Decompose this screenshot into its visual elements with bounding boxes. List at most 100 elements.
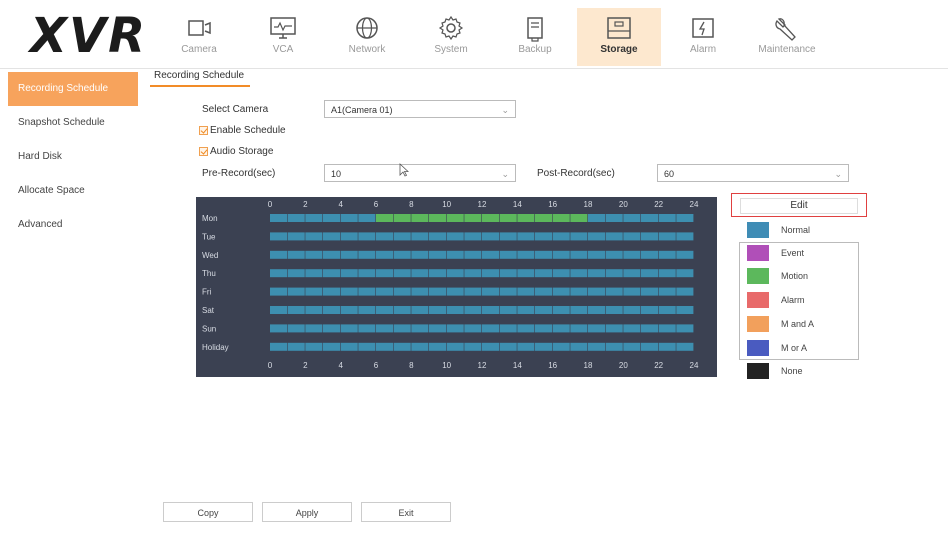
schedule-cell[interactable]	[676, 214, 694, 222]
legend-item-m-or-a[interactable]: M or A	[747, 340, 857, 356]
schedule-cell[interactable]	[482, 232, 500, 241]
schedule-cell[interactable]	[323, 232, 341, 241]
schedule-cell[interactable]	[482, 306, 500, 314]
schedule-cell[interactable]	[605, 250, 623, 259]
schedule-cell[interactable]	[658, 232, 676, 241]
schedule-cell[interactable]	[658, 214, 676, 222]
schedule-cell[interactable]	[340, 250, 358, 259]
schedule-cell[interactable]	[570, 306, 588, 314]
copy-button[interactable]: Copy	[163, 502, 253, 522]
schedule-cell[interactable]	[305, 306, 323, 314]
schedule-cell[interactable]	[411, 269, 429, 278]
schedule-cell[interactable]	[411, 342, 429, 351]
schedule-cell[interactable]	[358, 287, 376, 296]
schedule-cell[interactable]	[446, 232, 464, 241]
schedule-cell[interactable]	[429, 269, 447, 278]
schedule-cell[interactable]	[464, 287, 482, 296]
schedule-cell[interactable]	[588, 214, 606, 222]
legend-item-none[interactable]: None	[747, 363, 857, 379]
schedule-cell[interactable]	[535, 250, 553, 259]
sidebar-item-allocate-space[interactable]: Allocate Space	[8, 174, 138, 208]
schedule-cell[interactable]	[411, 287, 429, 296]
schedule-cell[interactable]	[446, 250, 464, 259]
schedule-cell[interactable]	[605, 269, 623, 278]
schedule-cell[interactable]	[305, 232, 323, 241]
schedule-cell[interactable]	[676, 306, 694, 314]
schedule-cell[interactable]	[358, 250, 376, 259]
schedule-cell[interactable]	[658, 324, 676, 333]
schedule-cell[interactable]	[605, 324, 623, 333]
schedule-cell[interactable]	[605, 306, 623, 314]
schedule-cell[interactable]	[446, 214, 464, 222]
schedule-cell[interactable]	[588, 324, 606, 333]
schedule-cell[interactable]	[570, 269, 588, 278]
schedule-cell[interactable]	[270, 250, 288, 259]
schedule-cell[interactable]	[393, 306, 411, 314]
schedule-cell[interactable]	[535, 342, 553, 351]
schedule-cell[interactable]	[499, 269, 517, 278]
schedule-cell[interactable]	[588, 232, 606, 241]
schedule-cell[interactable]	[676, 250, 694, 259]
post-record-select[interactable]: 60 ⌄	[657, 164, 849, 182]
schedule-cell[interactable]	[411, 250, 429, 259]
schedule-cell[interactable]	[641, 232, 659, 241]
schedule-cell[interactable]	[411, 232, 429, 241]
schedule-cell[interactable]	[552, 342, 570, 351]
schedule-cell[interactable]	[446, 306, 464, 314]
schedule-cell[interactable]	[323, 342, 341, 351]
schedule-cell[interactable]	[376, 232, 394, 241]
schedule-cell[interactable]	[623, 287, 641, 296]
schedule-cell[interactable]	[658, 269, 676, 278]
schedule-cell[interactable]	[340, 269, 358, 278]
schedule-cell[interactable]	[270, 269, 288, 278]
nav-backup[interactable]: Backup	[493, 8, 577, 66]
schedule-cell[interactable]	[588, 287, 606, 296]
schedule-cell[interactable]	[641, 306, 659, 314]
edit-button-frame[interactable]: Edit	[731, 193, 867, 217]
legend-item-m-and-a[interactable]: M and A	[747, 316, 857, 332]
schedule-cell[interactable]	[446, 324, 464, 333]
schedule-cell[interactable]	[287, 214, 305, 222]
schedule-cell[interactable]	[658, 250, 676, 259]
schedule-cell[interactable]	[658, 342, 676, 351]
schedule-cell[interactable]	[464, 306, 482, 314]
schedule-cell[interactable]	[517, 287, 535, 296]
nav-alarm[interactable]: Alarm	[661, 8, 745, 66]
schedule-grid[interactable]: 0 0 2 2 4 4 6 6 8 8 10 10 12 12 14 14 16 16 18 18 20 20 22 22 24…	[196, 197, 717, 377]
schedule-cell[interactable]	[676, 342, 694, 351]
schedule-cell[interactable]	[535, 306, 553, 314]
schedule-cell[interactable]	[376, 250, 394, 259]
schedule-cell[interactable]	[340, 287, 358, 296]
schedule-cell[interactable]	[588, 250, 606, 259]
schedule-cell[interactable]	[658, 287, 676, 296]
schedule-cell[interactable]	[270, 324, 288, 333]
schedule-cell[interactable]	[517, 269, 535, 278]
schedule-cell[interactable]	[535, 324, 553, 333]
schedule-cell[interactable]	[270, 342, 288, 351]
schedule-cell[interactable]	[623, 232, 641, 241]
schedule-cell[interactable]	[340, 342, 358, 351]
schedule-cell[interactable]	[323, 214, 341, 222]
schedule-cell[interactable]	[623, 269, 641, 278]
schedule-cell[interactable]	[305, 342, 323, 351]
schedule-cell[interactable]	[429, 342, 447, 351]
sidebar-item-hard-disk[interactable]: Hard Disk	[8, 140, 138, 174]
schedule-cell[interactable]	[570, 342, 588, 351]
schedule-cell[interactable]	[358, 324, 376, 333]
schedule-cell[interactable]	[393, 232, 411, 241]
schedule-cell[interactable]	[287, 232, 305, 241]
schedule-cell[interactable]	[482, 269, 500, 278]
legend-item-alarm[interactable]: Alarm	[747, 292, 857, 308]
schedule-cell[interactable]	[270, 306, 288, 314]
apply-button[interactable]: Apply	[262, 502, 352, 522]
sidebar-item-snapshot-schedule[interactable]: Snapshot Schedule	[8, 106, 138, 140]
schedule-cell[interactable]	[305, 287, 323, 296]
nav-system[interactable]: System	[409, 8, 493, 66]
schedule-cell[interactable]	[676, 324, 694, 333]
schedule-cell[interactable]	[552, 306, 570, 314]
schedule-cell[interactable]	[429, 214, 447, 222]
nav-maintenance[interactable]: Maintenance	[745, 8, 829, 66]
schedule-cell[interactable]	[588, 306, 606, 314]
camera-select[interactable]: A1(Camera 01) ⌄	[324, 100, 516, 118]
schedule-cell[interactable]	[393, 342, 411, 351]
